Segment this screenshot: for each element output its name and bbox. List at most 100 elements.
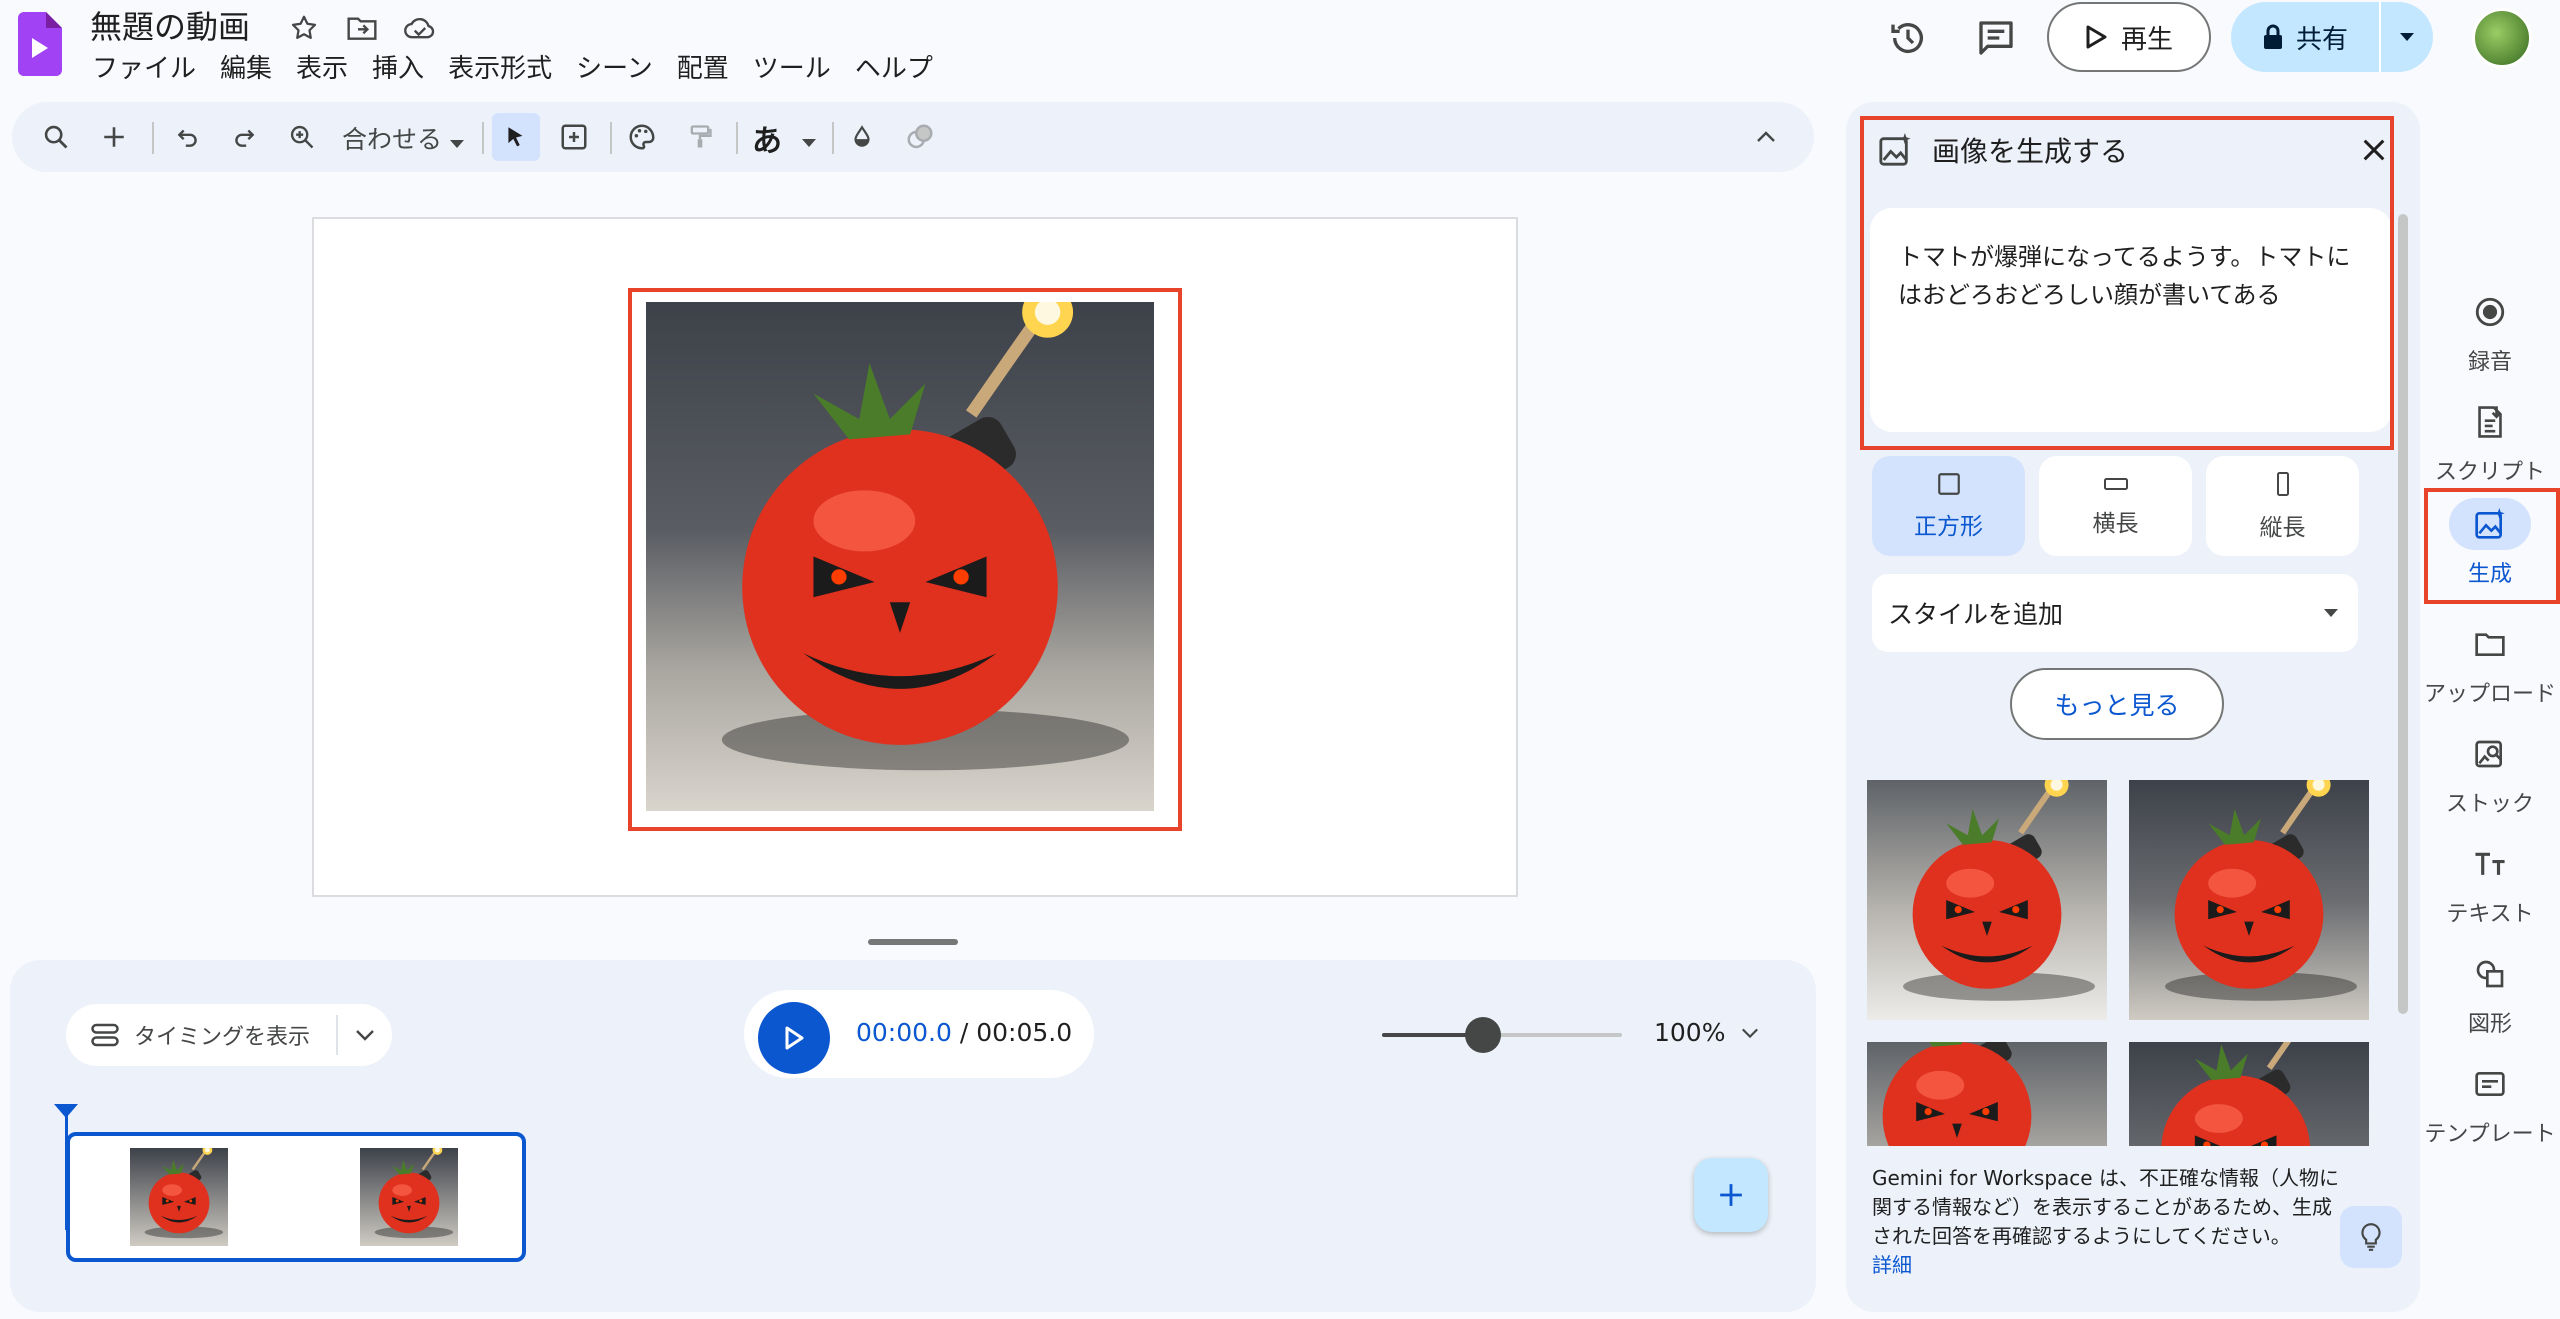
see-more-button[interactable]: もっと見る [2010, 668, 2224, 740]
record-icon [2449, 286, 2531, 338]
time-readout: 00:00.0 / 00:05.0 [856, 1018, 1072, 1047]
menu-edit[interactable]: 編集 [208, 50, 284, 88]
text-style-select[interactable]: あ [752, 116, 817, 160]
zoom-percent-select[interactable]: 100% [1654, 1018, 1759, 1047]
effects-icon[interactable] [896, 113, 944, 161]
rail-script-label: スクリプト [2434, 460, 2545, 485]
ratio-square-label: 正方形 [1914, 514, 1983, 540]
rail-record[interactable]: 録音 [2420, 286, 2560, 376]
rail-templates-label: テンプレート [2424, 1122, 2556, 1147]
menu-help[interactable]: ヘルプ [843, 50, 945, 88]
chevron-down-icon [356, 1030, 374, 1041]
zoom-icon[interactable] [278, 113, 326, 161]
search-icon[interactable] [32, 113, 80, 161]
play-label: 再生 [2120, 24, 2173, 55]
menu-insert[interactable]: 挿入 [360, 50, 436, 88]
add-icon[interactable] [90, 113, 138, 161]
top-bar: 無題の動画 ファイル 編集 表示 挿入 表示形式 シーン 配置 ツール ヘルプ … [0, 0, 2560, 100]
menu-format[interactable]: 表示形式 [436, 50, 564, 88]
generate-image-panel: 画像を生成する トマトが爆弾になってるようす。トマトにはおどろおどろしい顔が書い… [1846, 102, 2420, 1312]
menu-arrange[interactable]: 配置 [665, 50, 741, 88]
vids-logo-icon[interactable] [18, 12, 62, 76]
shapes-icon [2449, 948, 2531, 1000]
details-link[interactable]: 詳細 [1872, 1251, 2340, 1280]
rail-stock-label: ストック [2445, 792, 2534, 817]
menu-file[interactable]: ファイル [80, 50, 208, 88]
rail-shapes[interactable]: 図形 [2420, 948, 2560, 1038]
rail-text-label: テキスト [2446, 902, 2534, 927]
zoom-select[interactable]: 合わせる [342, 120, 464, 156]
style-select[interactable]: スタイルを追加 [1872, 574, 2358, 652]
feedback-lightbulb-button[interactable] [2340, 1206, 2402, 1268]
rail-templates[interactable]: テンプレート [2420, 1058, 2560, 1148]
caret-down-icon [2400, 33, 2414, 41]
fill-color-icon[interactable] [838, 113, 886, 161]
total-time: / 00:05.0 [959, 1018, 1073, 1047]
rail-stock[interactable]: ストック [2420, 728, 2560, 818]
zoom-slider[interactable] [1382, 1017, 1622, 1053]
panel-scrollbar[interactable] [2398, 214, 2408, 1014]
style-select-label: スタイルを追加 [1888, 600, 2064, 629]
paint-format-icon[interactable] [676, 113, 724, 161]
share-label: 共有 [2295, 24, 2348, 55]
menu-scene[interactable]: シーン [564, 50, 665, 88]
rail-generate-highlight [2424, 488, 2560, 604]
text-style-label: あ [752, 124, 782, 159]
add-icon [1720, 1184, 1742, 1206]
rail-shapes-label: 図形 [2467, 1012, 2512, 1037]
cloud-status-icon[interactable] [398, 8, 442, 48]
rail-script[interactable]: スクリプト [2420, 396, 2560, 486]
disclaimer-text: Gemini for Workspace は、不正確な情報（人物に関する情報など… [1872, 1166, 2339, 1248]
play-icon [785, 1026, 804, 1050]
select-pointer-icon[interactable] [492, 113, 540, 161]
timeline-play-button[interactable] [758, 1002, 830, 1074]
palette-icon[interactable] [618, 113, 666, 161]
playback-control: 00:00.0 / 00:05.0 [744, 990, 1094, 1078]
editor-toolbar: 合わせる あ [12, 102, 1814, 172]
timing-toggle[interactable]: タイミングを表示 [66, 1004, 392, 1066]
square-icon [1937, 473, 1960, 495]
redo-icon[interactable] [220, 113, 268, 161]
aspect-ratio-options: 正方形 横長 縦長 [1872, 456, 2359, 556]
portrait-icon [2276, 472, 2289, 496]
version-history-icon[interactable] [1884, 14, 1932, 62]
timeline-resize-handle[interactable] [868, 939, 958, 945]
lock-icon [2263, 24, 2282, 49]
ratio-landscape-button[interactable]: 横長 [2039, 456, 2192, 556]
selection-highlight [628, 288, 1182, 831]
zoom-slider-thumb[interactable] [1464, 1017, 1501, 1053]
ratio-portrait-label: 縦長 [2259, 515, 2306, 541]
undo-icon[interactable] [164, 113, 212, 161]
menu-view[interactable]: 表示 [284, 50, 360, 88]
rail-text[interactable]: テキスト [2420, 838, 2560, 928]
ratio-portrait-button[interactable]: 縦長 [2206, 456, 2359, 556]
timing-dropdown-button[interactable] [336, 1015, 392, 1055]
share-main-button[interactable]: 共有 [2231, 2, 2381, 72]
add-scene-button[interactable] [1694, 1158, 1768, 1232]
generated-result-1[interactable] [1867, 780, 2107, 1020]
scene-clip[interactable] [66, 1132, 526, 1262]
comments-icon[interactable] [1972, 14, 2020, 62]
prompt-highlight [1860, 116, 2394, 450]
share-button[interactable]: 共有 [2231, 2, 2433, 72]
clip-thumbnail [360, 1148, 458, 1246]
folder-icon [2449, 618, 2531, 670]
move-folder-icon[interactable] [340, 8, 384, 48]
show-timing-button[interactable]: タイミングを表示 [66, 1019, 336, 1051]
show-timing-label: タイミングを表示 [134, 1025, 311, 1050]
template-icon [2449, 1058, 2531, 1110]
generated-result-2[interactable] [2129, 780, 2369, 1020]
menu-tools[interactable]: ツール [741, 50, 843, 88]
landscape-icon [2103, 478, 2128, 490]
document-title[interactable]: 無題の動画 [90, 2, 250, 48]
star-icon[interactable] [282, 8, 326, 48]
collapse-toolbar-icon[interactable] [1742, 113, 1790, 161]
zoom-percent-value: 100% [1654, 1018, 1726, 1047]
avatar[interactable] [2472, 8, 2532, 68]
clip-thumbnail [130, 1148, 228, 1246]
share-dropdown-button[interactable] [2381, 2, 2433, 72]
play-preview-button[interactable]: 再生 [2047, 2, 2211, 72]
ratio-square-button[interactable]: 正方形 [1872, 456, 2025, 556]
rail-upload[interactable]: アップロード [2420, 618, 2560, 708]
insert-textbox-icon[interactable] [550, 113, 598, 161]
